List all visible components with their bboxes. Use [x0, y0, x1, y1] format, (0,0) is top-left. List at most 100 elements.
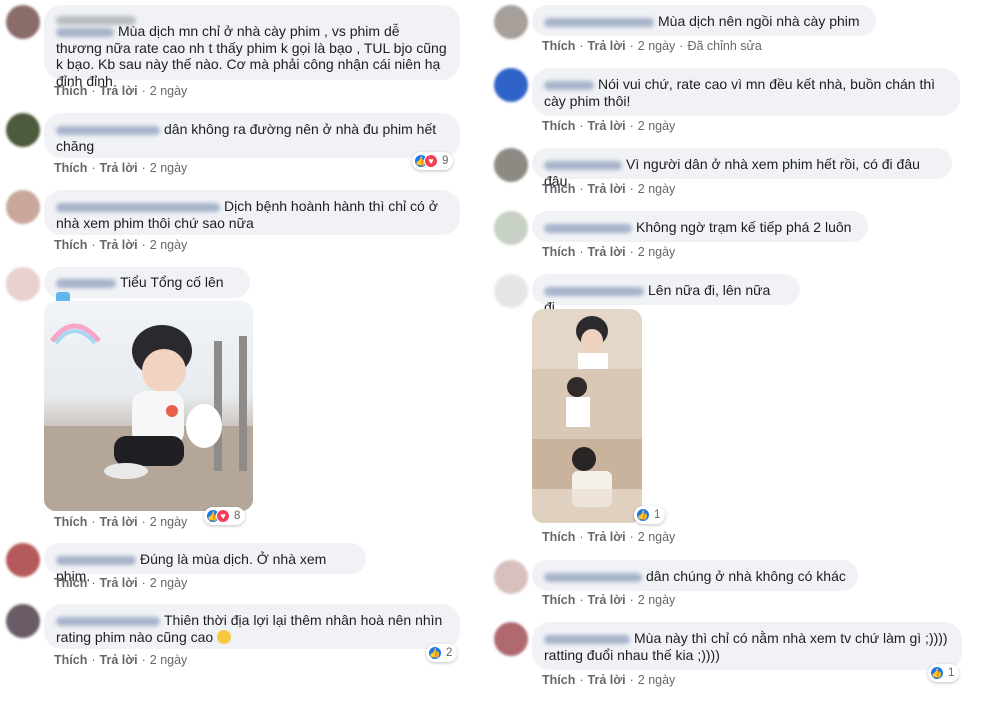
avatar[interactable]	[6, 543, 40, 577]
comment-bubble: dân chúng ở nhà không có khác	[532, 560, 858, 591]
comment-time[interactable]: 2 ngày	[638, 245, 676, 259]
reply-link[interactable]: Trả lời	[588, 39, 626, 53]
like-link[interactable]: Thích	[542, 39, 575, 53]
comment-actions: Thích · Trả lời · 2 ngày	[542, 182, 676, 196]
reply-link[interactable]: Trả lời	[100, 653, 138, 667]
reply-link[interactable]: Trả lời	[588, 673, 626, 687]
commenter-name[interactable]	[544, 160, 622, 170]
commenter-name[interactable]	[544, 572, 642, 582]
avatar[interactable]	[6, 190, 40, 224]
like-link[interactable]: Thích	[54, 515, 87, 529]
reaction-summary[interactable]: 👍 ♥ 9	[412, 152, 454, 170]
comment-actions: Thích · Trả lời · 2 ngày	[542, 530, 676, 544]
commenter-name[interactable]	[56, 202, 220, 212]
reply-link[interactable]: Trả lời	[100, 515, 138, 529]
comment-time[interactable]: 2 ngày	[638, 673, 676, 687]
reply-link[interactable]: Trả lời	[100, 576, 138, 590]
comment-bubble: dân không ra đường nên ở nhà đu phim hết…	[44, 113, 460, 158]
like-link[interactable]: Thích	[54, 576, 87, 590]
comment-time[interactable]: 2 ngày	[150, 161, 188, 175]
avatar[interactable]	[6, 5, 40, 39]
comment-time[interactable]: 2 ngày	[150, 653, 188, 667]
comment-bubble: Nói vui chứ, rate cao vì mn đều kết nhà,…	[532, 68, 960, 116]
comment-bubble: Không ngờ trạm kế tiếp phá 2 luôn	[532, 211, 868, 242]
like-link[interactable]: Thích	[542, 119, 575, 133]
comment-actions: Thích · Trả lời · 2 ngày	[54, 515, 188, 529]
comment-time[interactable]: 2 ngày	[150, 84, 188, 98]
like-link[interactable]: Thích	[542, 673, 575, 687]
comment-time[interactable]: 2 ngày	[150, 515, 188, 529]
avatar[interactable]	[494, 148, 528, 182]
comment-text: Mùa dịch mn chỉ ở nhà cày phim , vs phim…	[56, 23, 447, 89]
avatar[interactable]	[494, 68, 528, 102]
like-link[interactable]: Thích	[542, 245, 575, 259]
love-reaction-icon: ♥	[424, 154, 438, 168]
avatar[interactable]	[6, 267, 40, 301]
comment-time[interactable]: 2 ngày	[638, 119, 676, 133]
comment-actions: Thích · Trả lời · 2 ngày	[542, 593, 676, 607]
avatar[interactable]	[494, 560, 528, 594]
commenter-name[interactable]	[56, 15, 136, 25]
commenter-name[interactable]	[56, 278, 116, 288]
avatar[interactable]	[494, 622, 528, 656]
avatar[interactable]	[6, 113, 40, 147]
commenter-name[interactable]	[56, 616, 160, 626]
like-link[interactable]: Thích	[542, 182, 575, 196]
comment-time[interactable]: 2 ngày	[150, 238, 188, 252]
reaction-summary[interactable]: 👍 2	[426, 644, 458, 662]
comment-bubble: Vì người dân ở nhà xem phim hết rồi, có …	[532, 148, 952, 189]
comment-photo[interactable]	[532, 309, 642, 523]
reaction-summary[interactable]: 👍 1	[928, 664, 960, 682]
avatar[interactable]	[494, 5, 528, 39]
avatar[interactable]	[6, 604, 40, 638]
commenter-name[interactable]	[56, 555, 136, 565]
like-reaction-icon: 👍	[930, 666, 944, 680]
like-link[interactable]: Thích	[542, 593, 575, 607]
comment-time[interactable]: 2 ngày	[638, 39, 676, 53]
comment-actions: Thích · Trả lời · 2 ngày	[54, 238, 188, 252]
comment-text: Không ngờ trạm kế tiếp phá 2 luôn	[636, 219, 852, 235]
comment-time[interactable]: 2 ngày	[150, 576, 188, 590]
like-link[interactable]: Thích	[54, 238, 87, 252]
commenter-name[interactable]	[544, 634, 630, 644]
like-link[interactable]: Thích	[542, 530, 575, 544]
comment-time[interactable]: 2 ngày	[638, 530, 676, 544]
comment-time[interactable]: 2 ngày	[638, 182, 676, 196]
reply-link[interactable]: Trả lời	[100, 84, 138, 98]
comment-time[interactable]: 2 ngày	[638, 593, 676, 607]
comment-actions: Thích · Trả lời · 2 ngày	[54, 576, 188, 590]
reaction-summary[interactable]: 👍 ♥ 8	[204, 507, 246, 525]
reply-link[interactable]: Trả lời	[588, 119, 626, 133]
avatar[interactable]	[494, 274, 528, 308]
like-link[interactable]: Thích	[54, 653, 87, 667]
comment-actions: Thích · Trả lời · 2 ngày	[54, 161, 188, 175]
reply-link[interactable]: Trả lời	[588, 530, 626, 544]
comment-bubble: Mùa dịch nên ngồi nhà cày phim	[532, 5, 876, 36]
like-reaction-icon: 👍	[428, 646, 442, 660]
reply-link[interactable]: Trả lời	[588, 182, 626, 196]
reply-link[interactable]: Trả lời	[588, 593, 626, 607]
photo-collage	[532, 309, 642, 523]
reply-link[interactable]: Trả lời	[588, 245, 626, 259]
comment-actions: Thích · Trả lời · 2 ngày	[542, 245, 676, 259]
reply-link[interactable]: Trả lời	[100, 161, 138, 175]
reply-link[interactable]: Trả lời	[100, 238, 138, 252]
like-reaction-icon: 👍	[636, 508, 650, 522]
photo-illustration	[44, 323, 253, 511]
comment-photo[interactable]	[44, 301, 253, 511]
reaction-summary[interactable]: 👍 1	[634, 506, 666, 524]
comment-actions: Thích · Trả lời · 2 ngày	[54, 84, 188, 98]
commenter-name[interactable]	[56, 125, 160, 135]
comment-actions: Thích · Trả lời · 2 ngày · Đã chỉnh sửa	[542, 39, 762, 53]
commenter-name[interactable]	[544, 17, 654, 27]
commenter-name[interactable]	[544, 80, 594, 90]
astonished-face-icon	[217, 629, 232, 644]
edited-label: Đã chỉnh sửa	[687, 39, 762, 53]
commenter-name[interactable]	[56, 27, 114, 37]
commenter-name[interactable]	[544, 286, 644, 296]
avatar[interactable]	[494, 211, 528, 245]
like-link[interactable]: Thích	[54, 84, 87, 98]
like-link[interactable]: Thích	[54, 161, 87, 175]
comment-bubble: Tiểu Tổng cố lên	[44, 267, 250, 306]
commenter-name[interactable]	[544, 223, 632, 233]
